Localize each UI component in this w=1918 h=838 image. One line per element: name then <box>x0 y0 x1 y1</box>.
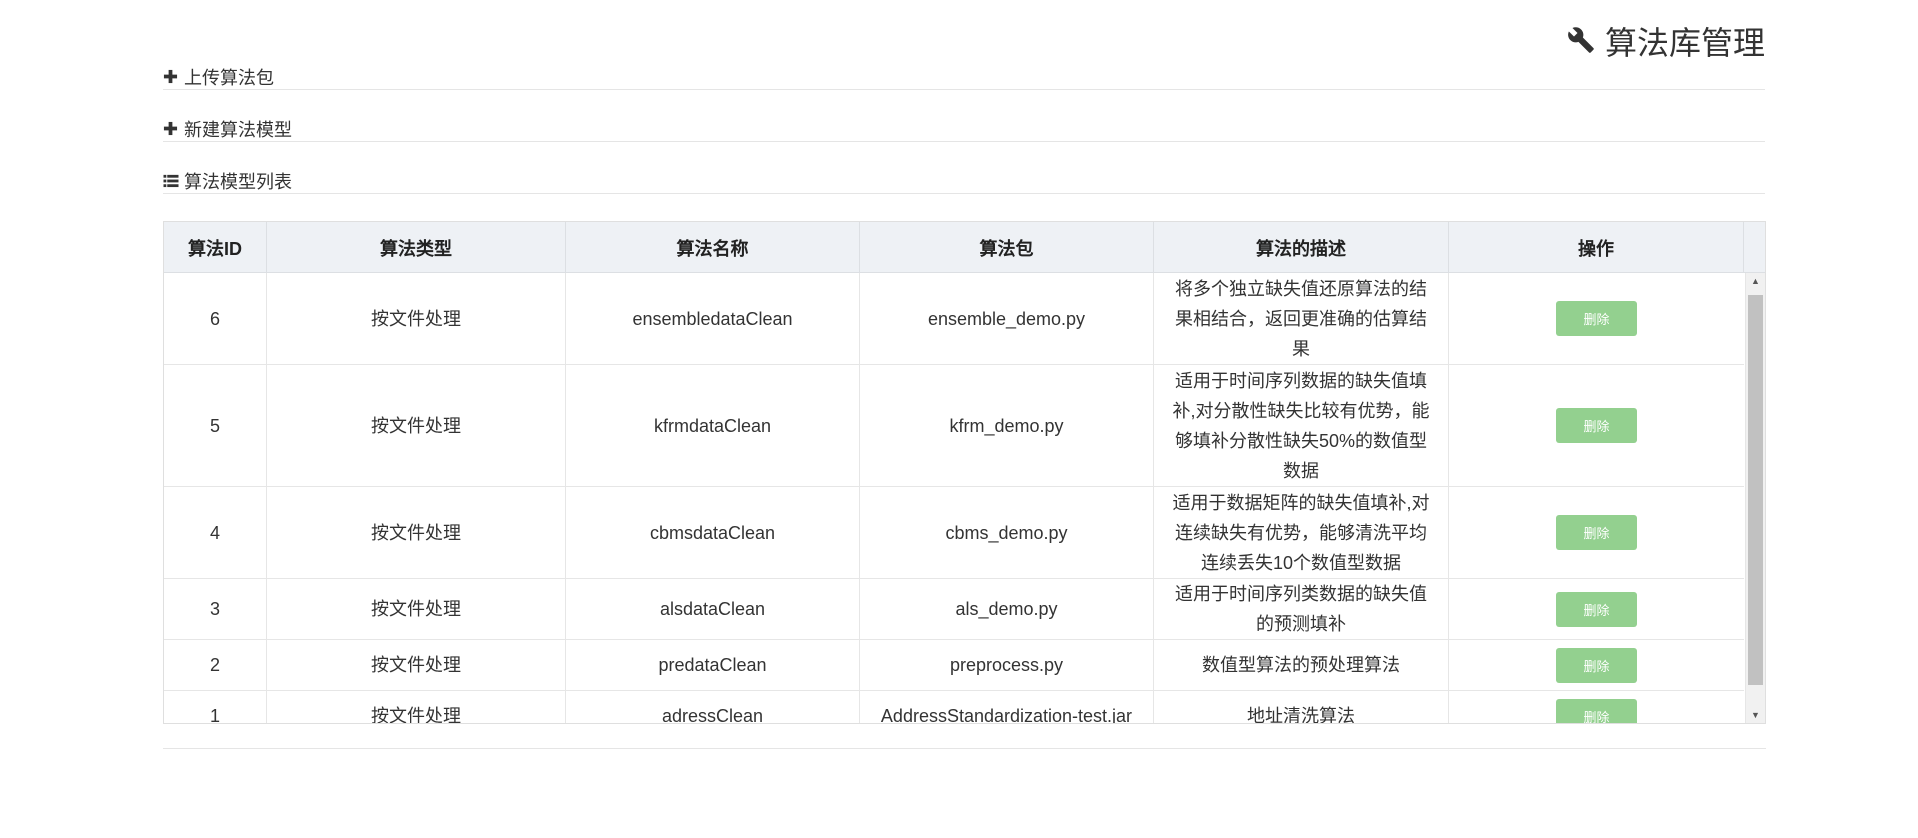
model-table: 算法ID 算法类型 算法名称 算法包 算法的描述 操作 6 按文件处理 ense… <box>163 221 1766 724</box>
cell-id: 6 <box>164 273 267 364</box>
table-row: 2 按文件处理 predataClean preprocess.py 数值型算法… <box>164 640 1744 691</box>
table-row: 6 按文件处理 ensembledataClean ensemble_demo.… <box>164 273 1744 365</box>
col-header-package: 算法包 <box>860 222 1154 273</box>
cell-action: 删除 <box>1449 691 1744 723</box>
delete-button[interactable]: 删除 <box>1556 408 1637 443</box>
cell-type: 按文件处理 <box>267 487 566 578</box>
upload-package-label: 上传算法包 <box>184 67 274 88</box>
table-row: 3 按文件处理 alsdataClean als_demo.py 适用于时间序列… <box>164 579 1744 640</box>
cell-id: 5 <box>164 365 267 486</box>
cell-id: 4 <box>164 487 267 578</box>
cell-package: kfrm_demo.py <box>860 365 1154 486</box>
delete-button[interactable]: 删除 <box>1556 647 1637 683</box>
col-header-name: 算法名称 <box>566 222 860 273</box>
cell-description: 数值型算法的预处理算法 <box>1154 640 1449 690</box>
table-body: 6 按文件处理 ensembledataClean ensemble_demo.… <box>164 273 1744 723</box>
cell-action: 删除 <box>1449 273 1744 364</box>
col-header-action: 操作 <box>1449 222 1744 273</box>
cell-package: als_demo.py <box>860 579 1154 639</box>
cell-action: 删除 <box>1449 640 1744 690</box>
cell-type: 按文件处理 <box>267 579 566 639</box>
model-list-label: 算法模型列表 <box>184 171 292 192</box>
delete-button[interactable]: 删除 <box>1556 698 1637 723</box>
wrench-icon <box>1567 26 1597 56</box>
scrollbar-thumb[interactable] <box>1748 295 1763 685</box>
cell-name: predataClean <box>566 640 860 690</box>
col-header-scroll-gutter <box>1744 222 1765 273</box>
table-scrollbar[interactable]: ▲ ▼ <box>1745 273 1765 723</box>
cell-name: adressClean <box>566 691 860 723</box>
model-list-section[interactable]: 算法模型列表 <box>163 168 1765 194</box>
cell-type: 按文件处理 <box>267 640 566 690</box>
cell-type: 按文件处理 <box>267 365 566 486</box>
cell-type: 按文件处理 <box>267 273 566 364</box>
col-header-id: 算法ID <box>164 222 267 273</box>
cell-package: ensemble_demo.py <box>860 273 1154 364</box>
cell-type: 按文件处理 <box>267 691 566 723</box>
cell-package: preprocess.py <box>860 640 1154 690</box>
cell-description: 适用于时间序列数据的缺失值填补,对分散性缺失比较有优势，能够填补分散性缺失50%… <box>1154 365 1449 486</box>
new-model-section[interactable]: 新建算法模型 <box>163 116 1765 142</box>
scroll-up-arrow-icon[interactable]: ▲ <box>1746 273 1765 289</box>
plus-icon <box>163 69 179 85</box>
new-model-label: 新建算法模型 <box>184 119 292 140</box>
cell-id: 1 <box>164 691 267 723</box>
table-row: 4 按文件处理 cbmsdataClean cbms_demo.py 适用于数据… <box>164 487 1744 579</box>
scroll-down-arrow-icon[interactable]: ▼ <box>1746 707 1765 723</box>
cell-name: kfrmdataClean <box>566 365 860 486</box>
cell-description: 地址清洗算法 <box>1154 691 1449 723</box>
cell-package: cbms_demo.py <box>860 487 1154 578</box>
cell-name: ensembledataClean <box>566 273 860 364</box>
cell-id: 2 <box>164 640 267 690</box>
cell-name: cbmsdataClean <box>566 487 860 578</box>
cell-package: AddressStandardization-test.jar <box>860 691 1154 723</box>
page-title: 算法库管理 <box>1567 18 1765 64</box>
cell-action: 删除 <box>1449 579 1744 639</box>
cell-name: alsdataClean <box>566 579 860 639</box>
delete-button[interactable]: 删除 <box>1556 591 1637 627</box>
cell-description: 适用于时间序列类数据的缺失值的预测填补 <box>1154 579 1449 639</box>
delete-button[interactable]: 删除 <box>1556 301 1637 336</box>
table-header: 算法ID 算法类型 算法名称 算法包 算法的描述 操作 <box>164 222 1765 273</box>
cell-id: 3 <box>164 579 267 639</box>
cell-action: 删除 <box>1449 487 1744 578</box>
cell-description: 将多个独立缺失值还原算法的结果相结合，返回更准确的估算结果 <box>1154 273 1449 364</box>
table-row: 5 按文件处理 kfrmdataClean kfrm_demo.py 适用于时间… <box>164 365 1744 487</box>
col-header-description: 算法的描述 <box>1154 222 1449 273</box>
cell-description: 适用于数据矩阵的缺失值填补,对连续缺失有优势，能够清洗平均连续丢失10个数值型数… <box>1154 487 1449 578</box>
cell-action: 删除 <box>1449 365 1744 486</box>
plus-icon <box>163 121 179 137</box>
divider <box>163 748 1766 749</box>
table-row: 1 按文件处理 adressClean AddressStandardizati… <box>164 691 1744 723</box>
list-icon <box>163 173 179 189</box>
col-header-type: 算法类型 <box>267 222 566 273</box>
page-title-text: 算法库管理 <box>1604 25 1765 61</box>
delete-button[interactable]: 删除 <box>1556 515 1637 550</box>
upload-package-section[interactable]: 上传算法包 <box>163 64 1765 90</box>
page-header: 算法库管理 <box>163 18 1765 61</box>
